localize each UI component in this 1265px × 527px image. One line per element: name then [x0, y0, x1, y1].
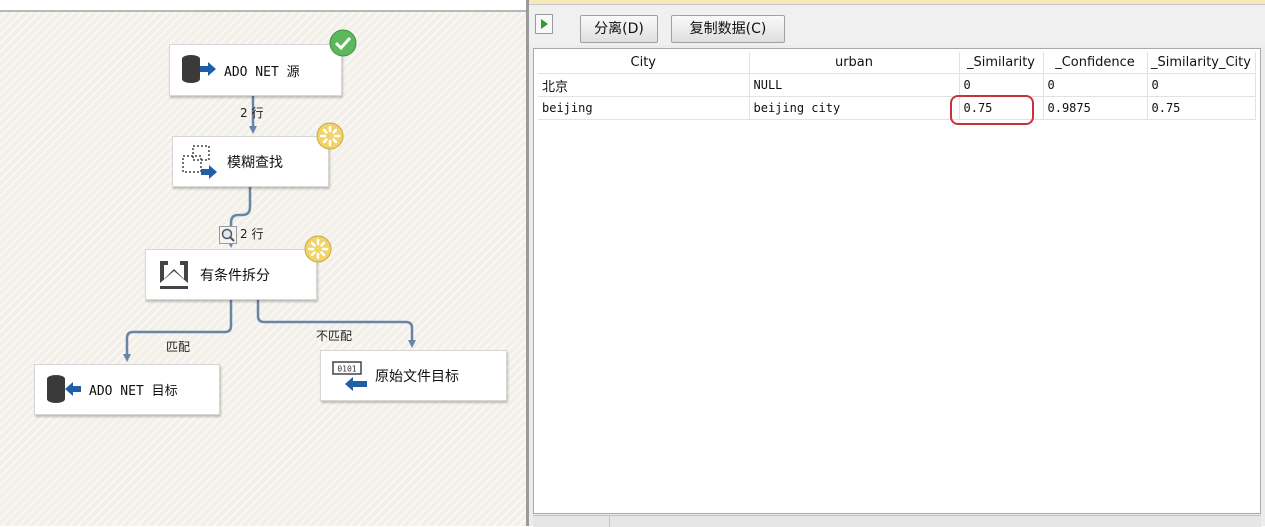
flow-row-count-label: 2 行 — [240, 227, 264, 241]
cell-similarity-city[interactable]: 0 — [1147, 73, 1256, 97]
cell-similarity-city[interactable]: 0.75 — [1147, 96, 1256, 120]
column-header-confidence[interactable]: _Confidence — [1043, 52, 1148, 74]
highlight-annotation — [950, 95, 1034, 125]
node-raw-file-destination[interactable]: 0101 原始文件目标 — [320, 350, 507, 401]
data-grid: City urban _Similarity _Confidence _Simi… — [538, 52, 1256, 120]
table-row[interactable]: 北京 NULL 0 0 0 — [538, 73, 1256, 97]
data-flow-canvas[interactable]: ADO NET 源 2 行 模糊查找 2 行 有条件拆分 匹配 不匹配 ADO … — [0, 0, 526, 526]
grid-header-row: City urban _Similarity _Confidence _Simi… — [538, 52, 1256, 74]
node-label: 模糊查找 — [227, 154, 283, 171]
raw-file-destination-icon: 0101 — [332, 360, 367, 391]
flow-match-label: 匹配 — [166, 340, 191, 354]
status-segment — [533, 516, 610, 527]
viewer-toolbar: 分离(D) 复制数据(C) — [529, 5, 1265, 45]
cell-confidence[interactable]: 0 — [1043, 73, 1148, 97]
cell-similarity[interactable]: 0 — [959, 73, 1044, 97]
running-spinner-icon — [316, 122, 344, 150]
column-header-similarity-city[interactable]: _Similarity_City — [1147, 52, 1256, 74]
flow-no-match-label: 不匹配 — [316, 329, 353, 343]
cell-confidence[interactable]: 0.9875 — [1043, 96, 1148, 120]
play-button[interactable] — [535, 14, 553, 34]
node-fuzzy-lookup[interactable]: 模糊查找 — [172, 136, 329, 187]
database-destination-icon — [47, 374, 81, 403]
success-check-icon — [329, 29, 357, 57]
table-row[interactable]: beijing beijing city 0.75 0.9875 0.75 — [538, 96, 1256, 120]
node-label: 原始文件目标 — [375, 368, 459, 385]
database-source-icon — [182, 55, 216, 83]
cell-city[interactable]: beijing — [538, 96, 750, 120]
cell-urban[interactable]: beijing city — [749, 96, 960, 120]
data-grid-panel[interactable]: City urban _Similarity _Confidence _Simi… — [533, 48, 1261, 514]
flow-row-count-label: 2 行 — [240, 106, 264, 120]
column-header-similarity[interactable]: _Similarity — [959, 52, 1044, 74]
cell-city[interactable]: 北京 — [538, 73, 750, 97]
column-header-city[interactable]: City — [538, 52, 750, 74]
detach-button[interactable]: 分离(D) — [580, 15, 658, 43]
conditional-split-icon — [160, 260, 188, 289]
svg-text:0101: 0101 — [337, 364, 356, 373]
viewer-status-bar — [533, 515, 1261, 527]
data-viewer-panel: 分离(D) 复制数据(C) City urban _Similarity _Co… — [529, 0, 1265, 527]
fuzzy-lookup-icon — [182, 144, 217, 179]
node-label: ADO NET 源 — [224, 64, 300, 80]
running-spinner-icon — [304, 235, 332, 263]
node-label: 有条件拆分 — [200, 267, 270, 284]
copy-data-button[interactable]: 复制数据(C) — [671, 15, 785, 43]
play-icon — [541, 19, 548, 29]
data-viewer-magnifier-icon[interactable] — [219, 226, 237, 244]
node-label: ADO NET 目标 — [89, 384, 178, 399]
column-header-urban[interactable]: urban — [749, 52, 960, 74]
node-ado-net-destination[interactable]: ADO NET 目标 — [34, 364, 220, 415]
node-conditional-split[interactable]: 有条件拆分 — [145, 249, 317, 300]
node-ado-net-source[interactable]: ADO NET 源 — [169, 44, 342, 96]
cell-urban[interactable]: NULL — [749, 73, 960, 97]
